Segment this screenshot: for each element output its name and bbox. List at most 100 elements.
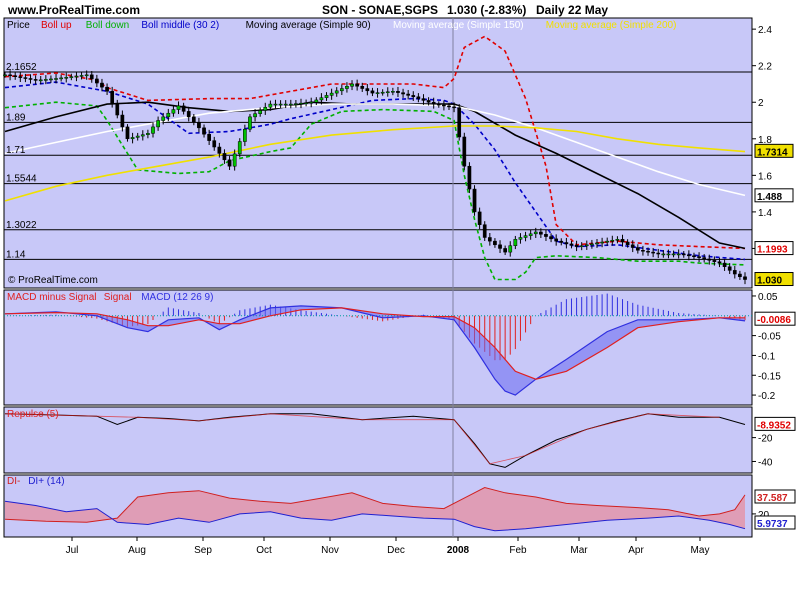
candle-body	[18, 76, 23, 78]
y-tick-label: -0.05	[758, 332, 781, 343]
candle-body	[584, 244, 589, 247]
candle-body	[84, 74, 89, 77]
candle-body	[222, 153, 227, 161]
candle-body	[487, 237, 492, 242]
candle-body	[436, 103, 441, 106]
candle-body	[671, 253, 676, 256]
candle-body	[13, 75, 18, 77]
candle-body	[166, 112, 171, 118]
candle-body	[401, 92, 405, 95]
candle-body	[697, 256, 701, 258]
candle-body	[426, 100, 431, 103]
legend-item: Repulse (5)	[7, 409, 59, 420]
candle-body	[513, 239, 518, 246]
candle-body	[477, 211, 482, 225]
candle-body	[186, 111, 191, 118]
candle-body	[125, 126, 130, 140]
watermark: © ProRealTime.com	[8, 275, 98, 286]
candle-body	[202, 127, 206, 135]
candle-body	[539, 231, 543, 235]
candle-body	[273, 103, 278, 106]
candle-body	[248, 116, 252, 130]
candle-body	[727, 266, 732, 271]
candle-body	[243, 128, 247, 142]
candle-body	[33, 79, 38, 81]
candle-body	[59, 77, 63, 80]
legend-item: MACD (12 26 9)	[141, 292, 213, 303]
candle-body	[110, 91, 115, 104]
last-value-label: -8.9352	[757, 420, 791, 431]
y-tick-label: 1.4	[758, 208, 772, 219]
candle-body	[722, 262, 727, 267]
candle-body	[299, 102, 303, 105]
candle-body	[635, 247, 640, 251]
candle-body	[360, 86, 365, 89]
candle-body	[421, 98, 426, 101]
x-tick-label: Nov	[321, 545, 339, 556]
y-tick-label: 2	[758, 98, 764, 109]
last-value-label: 1.7314	[757, 147, 788, 158]
candle-body	[146, 133, 150, 135]
candle-body	[258, 110, 263, 114]
last-value-label: -0.0086	[757, 315, 791, 326]
candle-body	[518, 237, 523, 240]
candle-body	[666, 253, 671, 256]
candle-body	[375, 92, 380, 94]
candle-body	[171, 109, 176, 114]
candle-body	[345, 86, 349, 89]
candle-body	[197, 122, 201, 129]
candle-body	[687, 254, 691, 257]
candle-body	[339, 88, 344, 92]
candle-body	[207, 133, 211, 141]
candle-body	[738, 273, 742, 278]
candle-body	[115, 102, 120, 116]
legend-item: Moving average (Simple 200)	[546, 20, 677, 31]
candle-body	[120, 114, 125, 128]
x-tick-label: Feb	[509, 545, 527, 556]
candle-body	[646, 250, 650, 253]
candle-body	[717, 261, 722, 264]
candle-body	[350, 83, 354, 87]
legend-item: Boll down	[86, 20, 129, 31]
candle-body	[457, 107, 462, 138]
x-tick-label: Apr	[628, 545, 644, 556]
y-tick-label: -0.1	[758, 351, 776, 362]
candle-body	[140, 134, 145, 137]
candle-body	[620, 239, 625, 243]
candle-body	[181, 105, 186, 112]
y-tick-label: 0.05	[758, 292, 778, 303]
candle-body	[569, 243, 574, 246]
candle-body	[151, 126, 155, 134]
candle-body	[3, 74, 7, 77]
legend-item: Moving average (Simple 90)	[246, 20, 371, 31]
candle-body	[712, 260, 717, 262]
candle-body	[38, 79, 43, 82]
candle-body	[263, 107, 268, 111]
candle-body	[498, 244, 502, 249]
candle-body	[625, 241, 630, 246]
candle-body	[641, 250, 645, 252]
level-label: 1.3022	[6, 220, 37, 231]
x-tick-label: Mar	[570, 545, 588, 556]
candle-body	[334, 90, 339, 94]
y-tick-label: -0.2	[758, 391, 776, 402]
level-label: 1.14	[6, 249, 26, 260]
legend-item: DI-	[7, 476, 20, 487]
candle-body	[406, 93, 411, 96]
site-name[interactable]: www.ProRealTime.com	[7, 3, 140, 17]
candle-body	[23, 77, 28, 79]
y-tick-label: -20	[758, 434, 773, 445]
candle-body	[743, 276, 747, 280]
candle-body	[661, 253, 666, 256]
candle-body	[217, 146, 222, 154]
candle-body	[431, 101, 436, 105]
candle-body	[385, 91, 390, 93]
x-tick-label: May	[691, 545, 710, 556]
x-tick-label: Dec	[387, 545, 405, 556]
last-value-label: 1.488	[757, 192, 782, 203]
period-label: Daily 22 May	[536, 3, 608, 17]
candle-body	[528, 233, 533, 236]
candle-body	[676, 253, 681, 256]
last-value-label: 5.9737	[757, 519, 788, 530]
candle-body	[554, 238, 559, 242]
